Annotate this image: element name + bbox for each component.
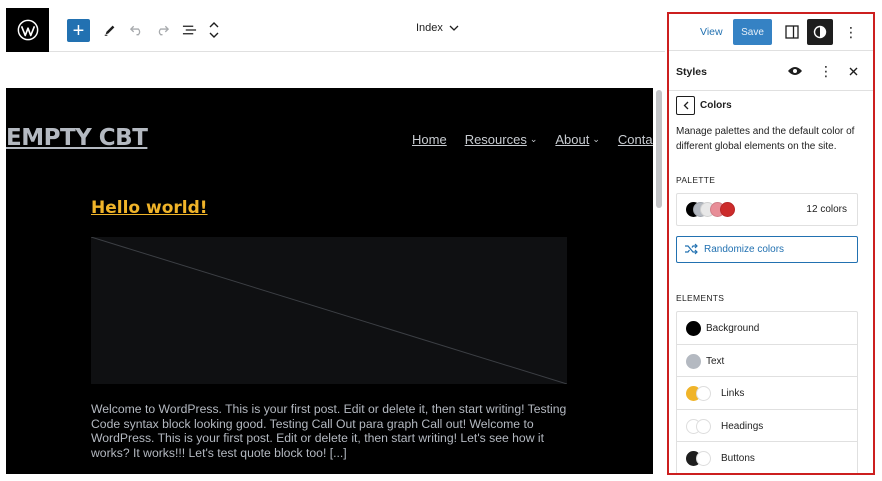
nav-item-home[interactable]: Home: [412, 132, 447, 147]
color-swatch: [686, 321, 701, 336]
element-label: Background: [706, 323, 760, 334]
header-actions: View Save ⋮: [669, 14, 873, 51]
elements-section-label: ELEMENTS: [676, 293, 725, 303]
element-text[interactable]: Text: [677, 345, 857, 378]
styles-sidebar: View Save ⋮ Styles ⋮ Colors Manage palet…: [667, 12, 875, 475]
view-button[interactable]: View: [700, 26, 723, 38]
chevron-down-icon: ⌄: [592, 134, 600, 144]
post-title[interactable]: Hello world!: [91, 198, 208, 218]
redo-icon[interactable]: [150, 18, 174, 42]
element-label: Headings: [721, 420, 764, 432]
more-options-icon[interactable]: ⋮: [819, 62, 833, 80]
close-icon[interactable]: [845, 62, 861, 80]
color-swatch: [686, 353, 701, 369]
randomize-colors-label: Randomize colors: [704, 244, 785, 255]
save-button[interactable]: Save: [733, 19, 772, 45]
chevron-down-icon: [449, 25, 459, 31]
shuffle-icon: [685, 243, 698, 255]
nav-item-resources[interactable]: Resources ⌄: [465, 132, 538, 147]
styles-header: Styles ⋮: [669, 51, 873, 91]
colors-title: Colors: [700, 100, 732, 111]
randomize-colors-button[interactable]: Randomize colors: [676, 236, 858, 263]
element-label: Links: [721, 388, 745, 400]
canvas-top-spacer: [6, 53, 665, 88]
element-buttons[interactable]: Buttons: [677, 442, 857, 473]
elements-list: Background Text Links Headings Buttons: [676, 311, 858, 473]
edit-tool-icon[interactable]: [98, 18, 122, 42]
add-block-button[interactable]: +: [67, 19, 90, 42]
colors-description: Manage palettes and the default color of…: [676, 126, 855, 152]
element-background[interactable]: Background: [677, 312, 857, 345]
styles-title: Styles: [676, 66, 707, 78]
chevron-left-icon: [683, 101, 688, 110]
post-excerpt[interactable]: Welcome to WordPress. This is your first…: [91, 402, 575, 460]
site-navigation: Home Resources⌄ About⌄ Contact: [412, 132, 653, 147]
styles-contrast-icon[interactable]: [807, 19, 833, 45]
undo-icon[interactable]: [124, 18, 148, 42]
more-options-icon[interactable]: ⋮: [841, 22, 861, 42]
element-headings[interactable]: Headings: [677, 410, 857, 443]
chevron-up-down-icon[interactable]: [202, 18, 226, 42]
color-swatch: [696, 418, 711, 434]
wordpress-logo-icon[interactable]: [6, 8, 49, 52]
palette-section-label: PALETTE: [676, 175, 716, 185]
canvas-scrollbar[interactable]: [654, 88, 664, 474]
back-button[interactable]: [676, 96, 695, 115]
palette-swatch: [720, 202, 735, 217]
eye-icon[interactable]: [785, 64, 805, 78]
chevron-down-icon: ⌄: [529, 134, 538, 144]
scrollbar-thumb[interactable]: [656, 90, 662, 208]
nav-item-contact[interactable]: Contact: [618, 132, 653, 147]
editor-toolbar: + Index: [6, 8, 665, 52]
color-swatch: [696, 386, 711, 402]
site-canvas[interactable]: EMPTY CBT Home Resources⌄ About⌄ Contact…: [6, 88, 653, 474]
settings-sidebar-icon[interactable]: [781, 21, 803, 43]
document-title: Index: [416, 22, 443, 34]
element-label: Text: [706, 355, 725, 367]
document-title-dropdown[interactable]: Index: [416, 22, 459, 34]
featured-image-placeholder[interactable]: [91, 237, 567, 384]
element-label: Buttons: [721, 453, 755, 465]
palette-button[interactable]: 12 colors: [676, 193, 858, 226]
list-view-icon[interactable]: [177, 18, 201, 42]
nav-item-about[interactable]: About ⌄: [555, 132, 600, 147]
palette-count: 12 colors: [806, 204, 847, 215]
element-links[interactable]: Links: [677, 377, 857, 410]
nav-item-resources-label: Resources: [464, 132, 527, 147]
site-title[interactable]: EMPTY CBT: [6, 125, 148, 151]
color-swatch: [696, 451, 711, 467]
nav-item-about-label: About: [555, 132, 590, 147]
